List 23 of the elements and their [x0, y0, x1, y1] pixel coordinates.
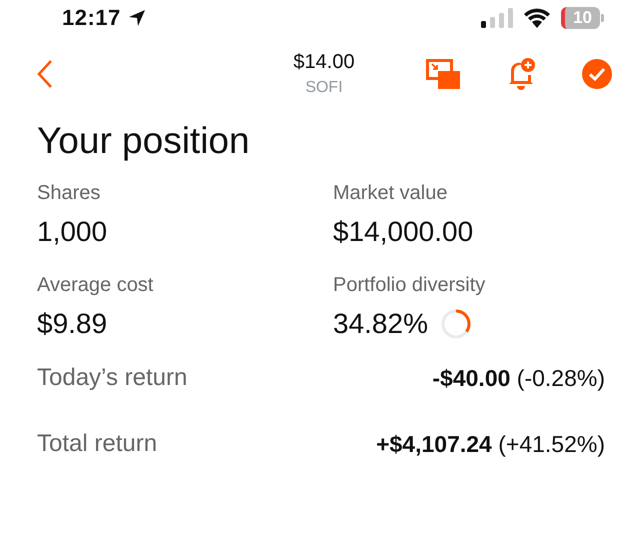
- return-label: Total return: [37, 430, 158, 458]
- return-value: -$40.00 (-0.28%): [432, 364, 605, 392]
- section-title: Your position: [37, 120, 251, 162]
- windows-icon[interactable]: [426, 59, 460, 89]
- location-arrow-icon: [126, 8, 147, 28]
- stat-value: 1,000: [37, 216, 108, 248]
- stat-value: 34.82%: [333, 308, 428, 340]
- stat-label: Market value: [333, 182, 448, 205]
- stat-value: $14,000.00: [333, 216, 474, 248]
- clock-time: 12:17: [62, 5, 121, 31]
- check-icon[interactable]: [582, 59, 612, 89]
- stock-price: $14.00: [293, 51, 355, 74]
- stat-label: Portfolio diversity: [333, 274, 486, 297]
- return-label: Today’s return: [37, 364, 188, 392]
- ticker-symbol: SOFI: [305, 79, 343, 97]
- stat-label: Shares: [37, 182, 102, 205]
- battery-level: 10: [561, 7, 600, 29]
- stat-value: $9.89: [37, 308, 108, 340]
- signal-icon: [481, 8, 514, 28]
- return-value: +$4,107.24 (+41.52%): [376, 430, 605, 458]
- back-button[interactable]: [36, 59, 54, 89]
- stat-label: Average cost: [37, 274, 154, 297]
- wifi-icon: [523, 8, 552, 28]
